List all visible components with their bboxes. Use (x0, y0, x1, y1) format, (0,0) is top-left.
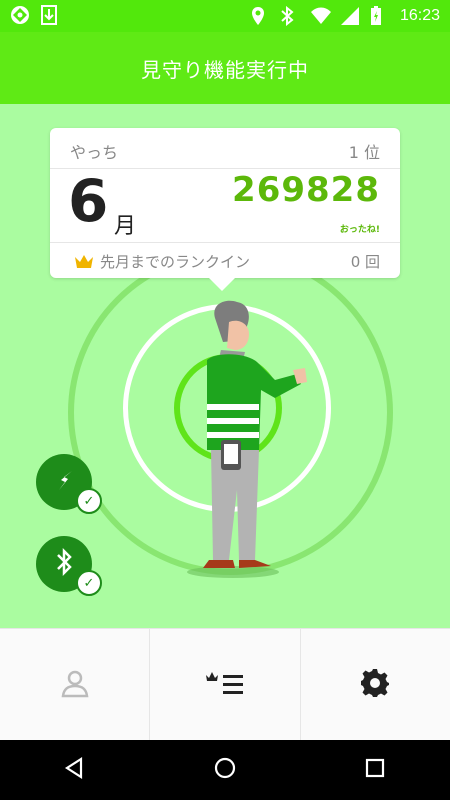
rankin-row: 先月までのランクイン 0 回 (50, 242, 400, 279)
gear-icon (360, 668, 390, 702)
compass-icon (52, 468, 76, 496)
ranking-card: やっち 1 位 6 月 269828 おったね! 先月までのランクイン 0 回 (50, 128, 400, 291)
page-title: 見守り機能実行中 (141, 57, 309, 82)
bluetooth-status-button[interactable]: ✓ (36, 536, 102, 596)
recents-icon[interactable] (363, 756, 387, 784)
month-unit: 月 (114, 214, 137, 239)
rank-value: 1 位 (348, 143, 380, 162)
main-area: ✓ ✓ やっち 1 位 6 月 269828 おったね! 先月までのランクイン … (0, 104, 450, 628)
person-icon (60, 668, 90, 702)
step-count: 269828 (232, 170, 380, 210)
bluetooth-icon (54, 547, 74, 581)
app-header: 見守り機能実行中 (0, 32, 450, 104)
bluetooth-icon (280, 5, 300, 27)
back-icon[interactable] (63, 756, 87, 784)
bottom-tab-bar (0, 628, 450, 740)
status-bar: 16:23 (0, 0, 450, 32)
wifi-icon (310, 6, 331, 26)
location-status-button[interactable]: ✓ (36, 454, 102, 514)
system-nav-bar (0, 740, 450, 800)
home-icon[interactable] (213, 756, 237, 784)
rankin-label: 先月までのランクイン (100, 253, 251, 271)
battery-charging-icon (370, 6, 390, 26)
card-header-row: やっち 1 位 (50, 128, 400, 169)
tab-profile[interactable] (0, 628, 151, 740)
ranking-list-icon (205, 669, 245, 701)
month-number: 6 (68, 167, 109, 235)
user-name: やっち (70, 143, 119, 162)
crown-icon (74, 253, 94, 269)
check-icon: ✓ (76, 570, 102, 596)
signal-icon (340, 6, 360, 26)
tab-ranking[interactable] (150, 628, 301, 740)
status-time: 16:23 (399, 7, 440, 24)
walking-person-illustration (187, 300, 307, 578)
steps-note: おったね! (339, 225, 380, 235)
app-icon (10, 5, 30, 25)
rankin-count: 0 回 (350, 253, 380, 271)
location-icon (250, 6, 270, 26)
check-icon: ✓ (76, 488, 102, 514)
tab-settings[interactable] (300, 628, 450, 740)
download-icon (40, 5, 60, 25)
